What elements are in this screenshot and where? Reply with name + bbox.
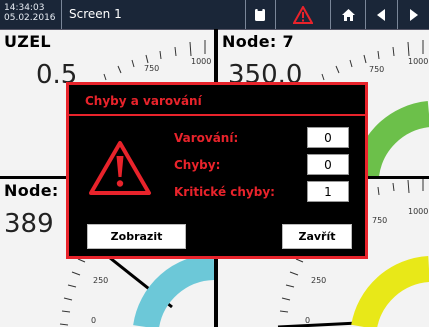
warnings-label: Varování: <box>174 131 239 145</box>
node-value: 389 <box>4 209 54 239</box>
alarm-warning-icon[interactable] <box>276 0 330 29</box>
show-button[interactable]: Zobrazit <box>87 224 186 249</box>
scale-label: 250 <box>93 276 109 285</box>
scale-label: 750 <box>369 65 385 74</box>
warning-triangle-icon <box>89 141 151 195</box>
scale-label: 750 <box>144 64 160 73</box>
critical-errors-label: Kritické chyby: <box>174 185 275 199</box>
node-title: UZEL <box>4 32 51 51</box>
clock: 14:34:03 05.02.2016 <box>4 3 56 23</box>
scale-label: 1000 <box>408 57 429 66</box>
screen-name[interactable]: Screen 1 <box>61 0 179 29</box>
dialog-title: Chyby a varování <box>85 94 202 108</box>
scale-label: 250 <box>311 276 327 285</box>
scale-label: 0 <box>305 316 311 325</box>
node-title: Node: <box>4 181 59 200</box>
node-title: Node: 7 <box>222 32 294 51</box>
top-bar: 14:34:03 05.02.2016 Screen 1 <box>0 0 429 30</box>
clipboard-icon[interactable] <box>246 0 274 29</box>
critical-errors-count: 1 <box>307 181 349 202</box>
scale-label: 1000 <box>408 207 429 216</box>
scale-label: 750 <box>372 216 388 225</box>
dialog-title-divider <box>69 114 365 116</box>
arrow-left-icon[interactable] <box>366 0 397 29</box>
scale-label: 1000 <box>191 57 212 66</box>
arrow-right-icon[interactable] <box>398 0 429 29</box>
clock-date: 05.02.2016 <box>4 13 56 23</box>
close-button[interactable]: Zavřít <box>282 224 352 249</box>
scale-label: 0 <box>91 316 97 325</box>
errors-count: 0 <box>307 154 349 175</box>
errors-warnings-dialog: Chyby a varování Varování: 0 Chyby: 0 Kr… <box>66 82 368 259</box>
errors-label: Chyby: <box>174 158 221 172</box>
home-icon[interactable] <box>331 0 365 29</box>
warnings-count: 0 <box>307 127 349 148</box>
clock-time: 14:34:03 <box>4 3 45 13</box>
